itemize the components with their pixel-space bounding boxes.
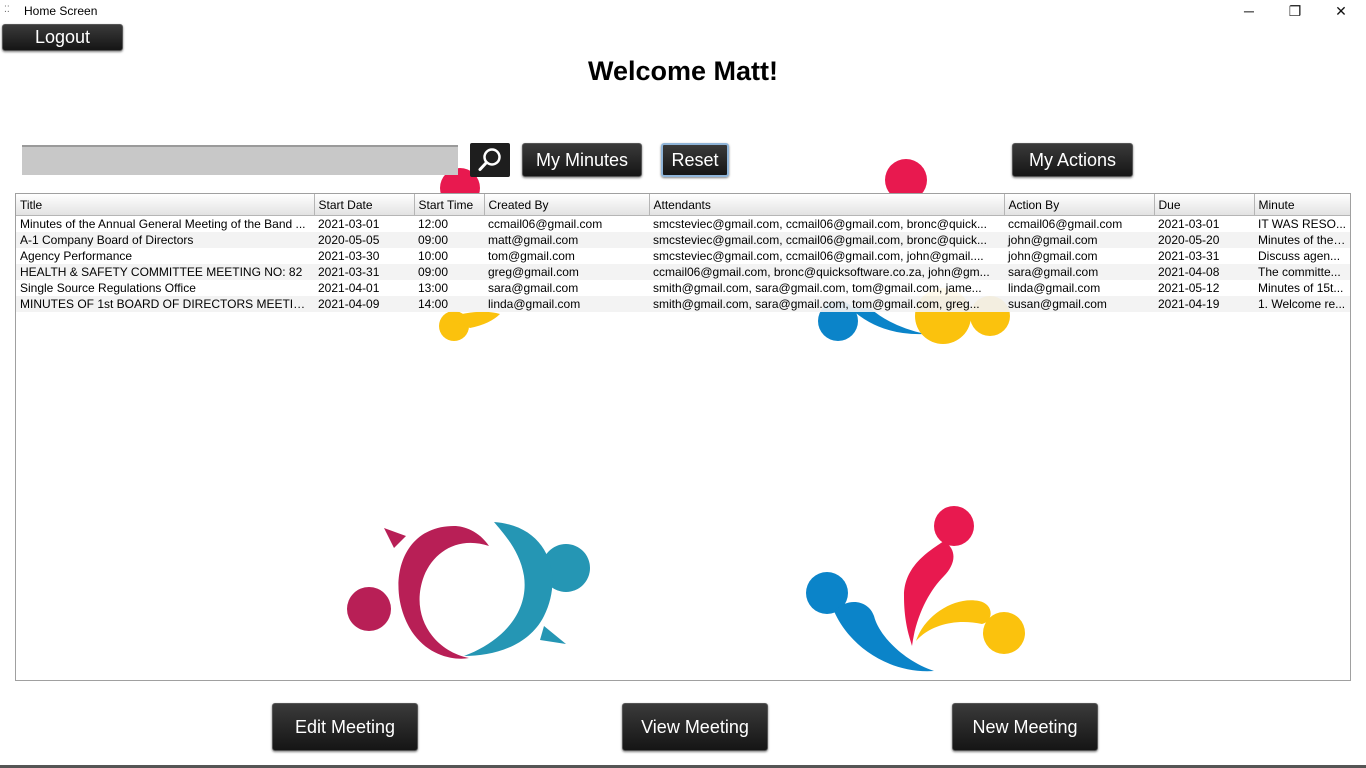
cell-minute: Minutes of the ... <box>1254 232 1350 248</box>
cell-attendants: smcsteviec@gmail.com, ccmail06@gmail.com… <box>649 248 1004 264</box>
cell-title: MINUTES OF 1st BOARD OF DIRECTORS MEETIN… <box>16 296 314 312</box>
cell-action-by: linda@gmail.com <box>1004 280 1154 296</box>
cell-action-by: sara@gmail.com <box>1004 264 1154 280</box>
column-header-start-time[interactable]: Start Time <box>414 194 485 216</box>
cell-due: 2021-04-08 <box>1154 264 1254 280</box>
cell-due: 2020-05-20 <box>1154 232 1254 248</box>
cell-created-by: matt@gmail.com <box>484 232 649 248</box>
my-minutes-button[interactable]: My Minutes <box>522 143 642 177</box>
table-row[interactable]: A-1 Company Board of Directors 2020-05-0… <box>16 232 1350 248</box>
column-header-action-by[interactable]: Action By <box>1004 194 1155 216</box>
cell-attendants: smith@gmail.com, sara@gmail.com, tom@gma… <box>649 280 1004 296</box>
logo-colorful-people <box>806 506 1025 672</box>
cell-attendants: smcsteviec@gmail.com, ccmail06@gmail.com… <box>649 215 1004 232</box>
cell-title: Agency Performance <box>16 248 314 264</box>
cell-attendants: ccmail06@gmail.com, bronc@quicksoftware.… <box>649 264 1004 280</box>
table-row[interactable]: Agency Performance 2021-03-30 10:00 tom@… <box>16 248 1350 264</box>
column-header-attendants[interactable]: Attendants <box>649 194 1005 216</box>
search-input[interactable] <box>22 145 458 175</box>
logo-circle-people <box>347 522 590 659</box>
table-row[interactable]: HEALTH & SAFETY COMMITTEE MEETING NO: 82… <box>16 264 1350 280</box>
cell-start-date: 2021-04-09 <box>314 296 414 312</box>
cell-start-date: 2021-03-01 <box>314 215 414 232</box>
welcome-heading: Welcome Matt! <box>587 56 779 86</box>
column-header-minute[interactable]: Minute <box>1254 194 1350 216</box>
column-header-title[interactable]: Title <box>16 194 315 216</box>
cell-title: Minutes of the Annual General Meeting of… <box>16 215 314 232</box>
cell-minute: Minutes of 15t... <box>1254 280 1350 296</box>
cell-created-by: ccmail06@gmail.com <box>484 215 649 232</box>
cell-created-by: tom@gmail.com <box>484 248 649 264</box>
cell-start-time: 09:00 <box>414 232 484 248</box>
view-meeting-button[interactable]: View Meeting <box>622 703 768 751</box>
minimize-icon[interactable]: ─ <box>1226 0 1272 22</box>
cell-minute: Discuss agen... <box>1254 248 1350 264</box>
cell-due: 2021-05-12 <box>1154 280 1254 296</box>
cell-action-by: ccmail06@gmail.com <box>1004 215 1154 232</box>
window-title: Home Screen <box>24 4 98 18</box>
cell-created-by: greg@gmail.com <box>484 264 649 280</box>
cell-title: Single Source Regulations Office <box>16 280 314 296</box>
cell-title: HEALTH & SAFETY COMMITTEE MEETING NO: 82 <box>16 264 314 280</box>
cell-action-by: john@gmail.com <box>1004 232 1154 248</box>
cell-start-time: 13:00 <box>414 280 484 296</box>
column-header-start-date[interactable]: Start Date <box>314 194 415 216</box>
cell-due: 2021-04-19 <box>1154 296 1254 312</box>
cell-due: 2021-03-31 <box>1154 248 1254 264</box>
cell-title: A-1 Company Board of Directors <box>16 232 314 248</box>
table-row[interactable]: Single Source Regulations Office 2021-04… <box>16 280 1350 296</box>
search-icon <box>478 148 501 171</box>
cell-action-by: john@gmail.com <box>1004 248 1154 264</box>
cell-minute: 1. Welcome re... <box>1254 296 1350 312</box>
cell-created-by: linda@gmail.com <box>484 296 649 312</box>
close-icon[interactable]: ✕ <box>1318 0 1364 22</box>
logout-button[interactable]: Logout <box>2 24 123 51</box>
cell-minute: The committe... <box>1254 264 1350 280</box>
cell-start-date: 2021-03-31 <box>314 264 414 280</box>
cell-minute: IT WAS RESO... <box>1254 215 1350 232</box>
app-icon: ⁚⁚ <box>4 4 10 14</box>
cell-created-by: sara@gmail.com <box>484 280 649 296</box>
maximize-icon[interactable]: ❐ <box>1272 0 1318 22</box>
window-titlebar: ⁚⁚ Home Screen ─ ❐ ✕ <box>0 0 1366 22</box>
cell-due: 2021-03-01 <box>1154 215 1254 232</box>
cell-attendants: smith@gmail.com, sara@gmail.com, tom@gma… <box>649 296 1004 312</box>
edit-meeting-button[interactable]: Edit Meeting <box>272 703 418 751</box>
cell-start-time: 14:00 <box>414 296 484 312</box>
table-row[interactable]: Minutes of the Annual General Meeting of… <box>16 215 1350 232</box>
reset-button[interactable]: Reset <box>661 143 729 177</box>
cell-start-time: 09:00 <box>414 264 484 280</box>
meetings-table-container[interactable]: Title Start Date Start Time Created By A… <box>15 193 1351 681</box>
column-header-due[interactable]: Due <box>1154 194 1255 216</box>
table-row[interactable]: MINUTES OF 1st BOARD OF DIRECTORS MEETIN… <box>16 296 1350 312</box>
cell-start-time: 10:00 <box>414 248 484 264</box>
cell-attendants: smcsteviec@gmail.com, ccmail06@gmail.com… <box>649 232 1004 248</box>
new-meeting-button[interactable]: New Meeting <box>952 703 1098 751</box>
meetings-table[interactable]: Title Start Date Start Time Created By A… <box>16 194 1350 312</box>
table-header-row: Title Start Date Start Time Created By A… <box>16 194 1350 216</box>
column-header-created-by[interactable]: Created By <box>484 194 650 216</box>
cell-start-date: 2021-03-30 <box>314 248 414 264</box>
cell-start-date: 2020-05-05 <box>314 232 414 248</box>
cell-start-time: 12:00 <box>414 215 484 232</box>
cell-start-date: 2021-04-01 <box>314 280 414 296</box>
cell-action-by: susan@gmail.com <box>1004 296 1154 312</box>
search-button[interactable] <box>470 143 510 177</box>
my-actions-button[interactable]: My Actions <box>1012 143 1133 177</box>
